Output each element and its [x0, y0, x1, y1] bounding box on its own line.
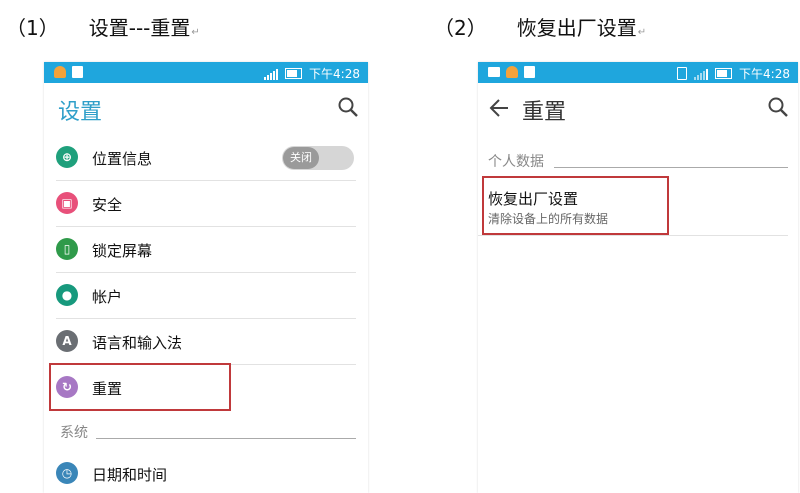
- status-time: 下午4:28: [739, 67, 790, 81]
- return-mark: ↵: [637, 27, 647, 38]
- signal-icon: [694, 68, 709, 80]
- lock-icon: ▣: [56, 192, 78, 214]
- settings-item-location[interactable]: ⊕ 位置信息 关闭: [56, 135, 356, 181]
- notification-warning-icon: [506, 66, 518, 78]
- step-1-caption: （1） 设置---重置↵: [6, 12, 200, 41]
- search-icon[interactable]: [768, 97, 788, 117]
- battery-icon: [285, 68, 303, 79]
- reset-screen: 下午4:28 重置 个人数据 恢复出厂设置 清除设备上的所有数据: [478, 62, 798, 493]
- account-icon: ●: [56, 284, 78, 306]
- step-text: 设置---重置: [88, 16, 191, 40]
- section-divider: [96, 438, 356, 439]
- settings-item-security[interactable]: ▣ 安全: [56, 181, 356, 227]
- settings-item-date-time[interactable]: ◷ 日期和时间: [56, 451, 356, 493]
- settings-item-accounts[interactable]: ● 帐户: [56, 273, 356, 319]
- settings-item-label: 位置信息: [92, 150, 153, 168]
- vibrate-icon: [677, 67, 688, 80]
- location-icon: ⊕: [56, 146, 78, 168]
- app-bar: 重置: [478, 83, 798, 133]
- reset-highlight-box: [49, 363, 231, 411]
- settings-screen: 下午4:28 设置 ⊕ 位置信息 关闭 ▣ 安全 ▯ 锁定屏幕 ● 帐户 A 语…: [44, 62, 368, 493]
- step-2-caption: （2） 恢复出厂设置↵: [434, 12, 646, 41]
- settings-item-label: 日期和时间: [92, 466, 168, 484]
- search-icon[interactable]: [338, 97, 358, 117]
- signal-icon: [264, 68, 279, 80]
- status-bar: 下午4:28: [44, 62, 368, 83]
- return-mark: ↵: [191, 27, 200, 38]
- step-number: （1）: [6, 16, 59, 40]
- location-toggle[interactable]: 关闭: [282, 146, 354, 170]
- step-number: （2）: [434, 16, 487, 40]
- section-header-personal-data: 个人数据: [488, 154, 544, 170]
- settings-item-label: 语言和输入法: [92, 334, 183, 352]
- app-bar: 设置: [44, 83, 368, 133]
- section-header-system: 系统: [60, 425, 88, 441]
- settings-item-language[interactable]: A 语言和输入法: [56, 319, 356, 365]
- clock-icon: ◷: [56, 462, 78, 484]
- settings-item-label: 帐户: [92, 288, 123, 306]
- notification-file-icon: [524, 66, 535, 78]
- language-icon: A: [56, 330, 78, 352]
- factory-reset-highlight-box: [482, 176, 669, 235]
- step-text: 恢复出厂设置: [516, 16, 637, 40]
- status-time: 下午4:28: [309, 67, 360, 81]
- battery-icon: [715, 68, 733, 79]
- section-divider: [554, 167, 788, 168]
- page-title: 重置: [522, 100, 567, 125]
- toggle-state-label: 关闭: [283, 147, 319, 169]
- settings-item-lock-screen[interactable]: ▯ 锁定屏幕: [56, 227, 356, 273]
- settings-item-label: 安全: [92, 196, 123, 214]
- notification-file-icon: [72, 66, 83, 78]
- back-arrow-icon[interactable]: [488, 97, 510, 119]
- lock-screen-icon: ▯: [56, 238, 78, 260]
- notification-warning-icon: [54, 66, 66, 78]
- settings-item-label: 锁定屏幕: [92, 242, 153, 260]
- notification-image-icon: [488, 67, 500, 77]
- page-title: 设置: [58, 100, 103, 125]
- status-bar: 下午4:28: [478, 62, 798, 83]
